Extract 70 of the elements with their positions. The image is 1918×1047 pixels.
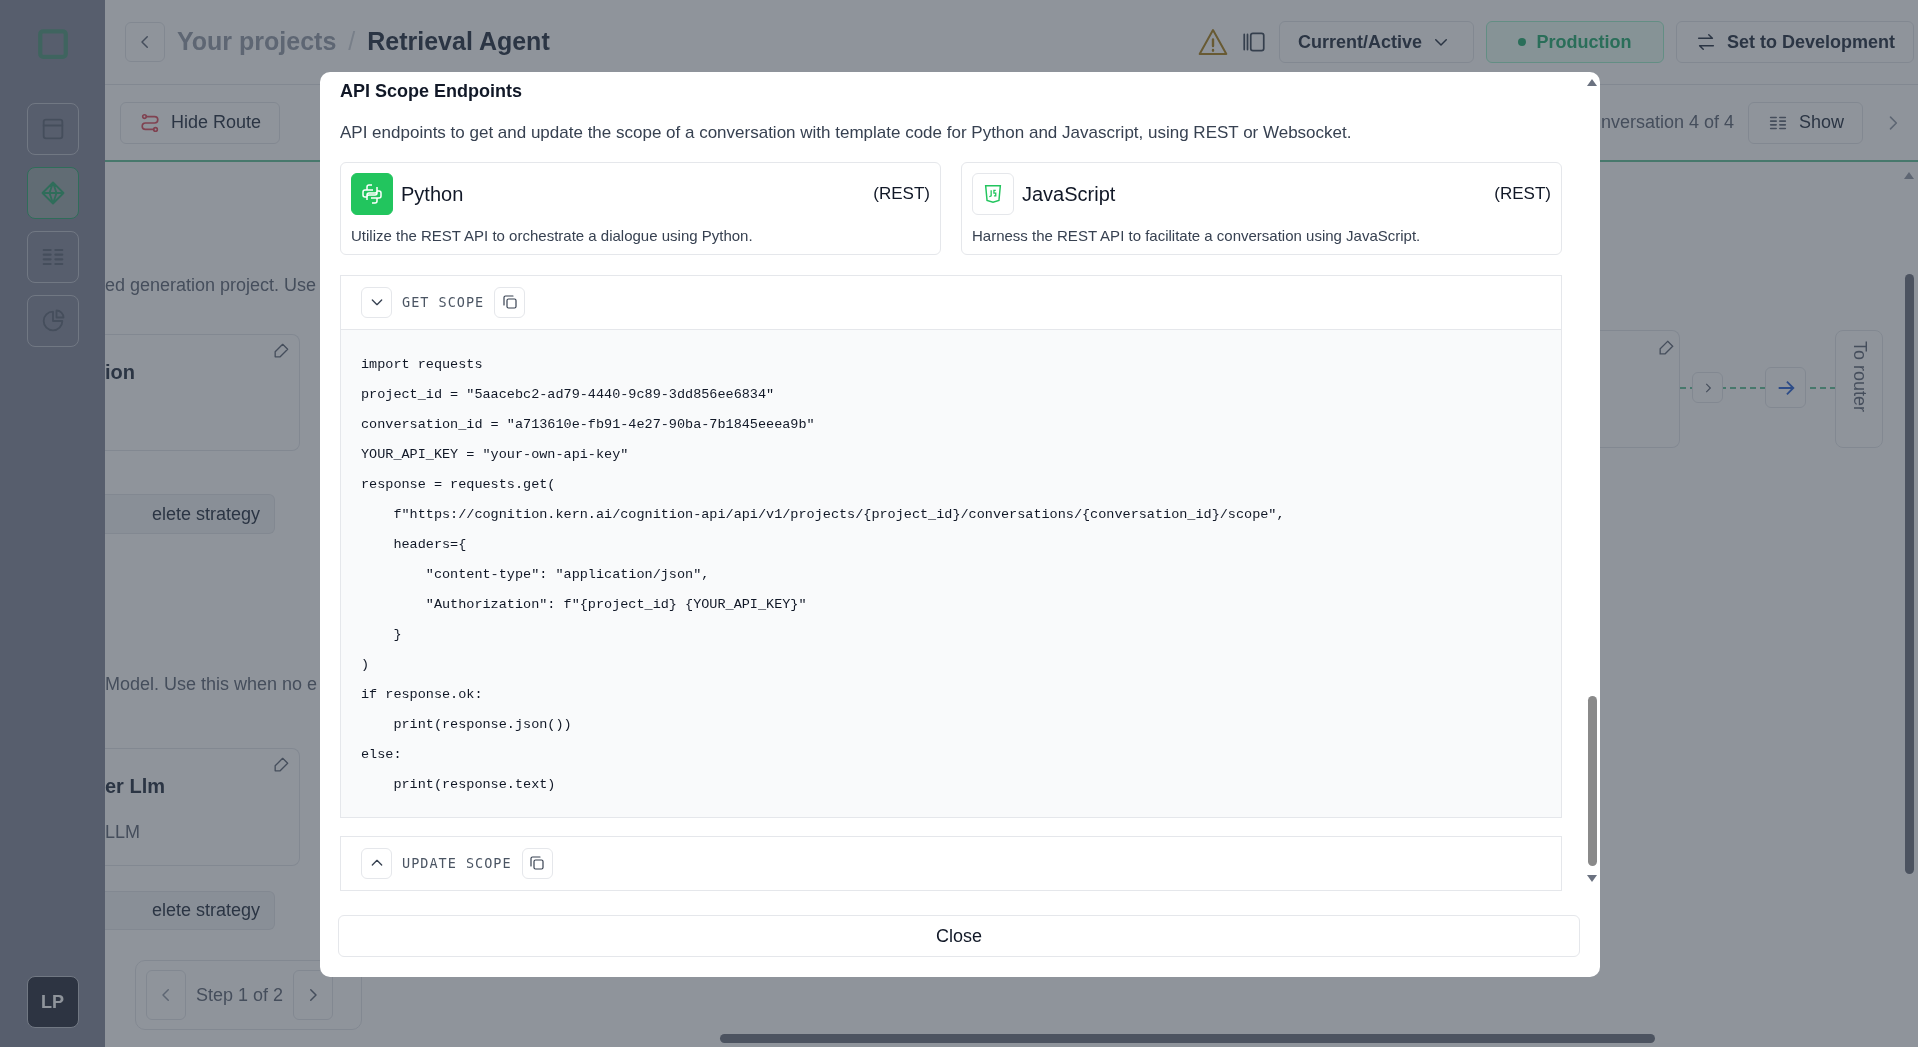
sidebar-button[interactable]	[26, 295, 79, 347]
card-subtitle: LLM	[105, 821, 141, 845]
toggle-button[interactable]	[361, 286, 392, 318]
code-line: )	[361, 655, 371, 674]
copy-icon	[528, 854, 547, 872]
protocol-label: (REST)	[873, 182, 930, 205]
language-name: JavaScript	[1022, 181, 1116, 207]
language-card[interactable]: JavaScript (REST) Harness the REST API to facilitate a conversation using JavaScript.	[961, 161, 1562, 255]
language-card[interactable]: Python (REST) Utilize the REST API to orchestrate a dialogue using Python.	[340, 161, 941, 255]
code-line: import requests	[361, 355, 484, 374]
panel-icon[interactable]	[1240, 29, 1267, 55]
copy-icon	[500, 293, 519, 311]
step-counter: Step 1 of 2	[196, 983, 284, 1007]
scrollbar-thumb[interactable]	[720, 1034, 1655, 1043]
sidebar-button[interactable]	[26, 103, 79, 155]
code-line: response = requests.get(	[361, 475, 557, 494]
modal-title: API Scope Endpoints	[340, 80, 523, 103]
conversation-counter: nversation 4 of 4	[1600, 111, 1734, 134]
arrow-button[interactable]	[1765, 367, 1806, 408]
side-tab[interactable]: To router	[1835, 330, 1883, 448]
scrollbar-thumb[interactable]	[1587, 696, 1597, 866]
code-line: headers={	[392, 535, 468, 554]
status-dropdown[interactable]: Current/Active	[1278, 21, 1474, 63]
code-line: "content-type": "application/json",	[424, 565, 711, 584]
logo-icon	[35, 27, 70, 61]
sidebar-button[interactable]	[26, 231, 79, 283]
section-label: UPDATE SCOPE	[402, 853, 512, 873]
copy-button[interactable]	[521, 847, 553, 879]
close-button[interactable]: Close	[338, 915, 1580, 957]
description-text: ed generation project. Use	[105, 274, 318, 297]
scroll-up-icon[interactable]	[1902, 170, 1916, 180]
section-label: GET SCOPE	[402, 292, 485, 312]
hide-route-button[interactable]: Hide Route	[120, 101, 281, 144]
scrollbar-thumb[interactable]	[1904, 274, 1914, 874]
card-title: ion	[105, 360, 136, 385]
code-line: "Authorization": f"{project_id} {YOUR_API_KEY}"	[424, 595, 808, 614]
code-line: if response.ok:	[361, 685, 484, 704]
delete-strategy-button[interactable]: elete strategy	[105, 890, 275, 931]
code-icon	[351, 172, 393, 215]
code-line: print(response.json())	[392, 715, 573, 734]
protocol-label: (REST)	[1494, 182, 1551, 205]
delete-strategy-button[interactable]: elete strategy	[105, 494, 275, 535]
route-icon	[139, 111, 161, 134]
copy-button[interactable]	[494, 286, 526, 318]
language-description: Harness the REST API to facilitate a conversation using JavaScript.	[972, 225, 1422, 246]
language-description: Utilize the REST API to orchestrate a dialogue using Python.	[351, 225, 754, 246]
language-name: Python	[401, 181, 464, 207]
code-line: conversation_id = "a713610e-fb91-4e27-90ba-7b1845eeea9b"	[361, 415, 816, 434]
scroll-up-icon[interactable]	[1586, 78, 1598, 87]
shield-icon	[972, 172, 1014, 215]
status-dot	[1518, 38, 1527, 46]
code-line: project_id = "5aacebc2-ad79-4440-9c89-3dd856ee6834"	[361, 385, 776, 404]
avatar: LP	[26, 976, 79, 1028]
card-title: er Llm	[105, 774, 167, 800]
code-line: print(response.text)	[392, 775, 557, 794]
scroll-down-icon[interactable]	[1586, 874, 1598, 883]
back-button[interactable]	[125, 22, 165, 62]
breadcrumb-separator: /	[348, 26, 356, 58]
code-line: else:	[361, 745, 403, 764]
description-text: Model. Use this when no e	[105, 673, 319, 697]
code-line: YOUR_API_KEY = "your-own-api-key"	[361, 445, 630, 464]
code-line: f"https://cognition.kern.ai/cognition-api/api/v1/projects/{project_id}/conversations/{conversation_id}/scope",	[392, 505, 1286, 524]
page-title: Retrieval Agent	[367, 26, 550, 58]
modal-description: API endpoints to get and update the scope of a conversation with template code for Python and Javascript, using REST or Websocket.	[340, 122, 1353, 144]
set-development-button[interactable]: Set to Development	[1675, 21, 1914, 63]
toggle-button[interactable]	[361, 847, 392, 879]
warning-icon	[1196, 26, 1229, 58]
next-step-button[interactable]	[293, 970, 334, 1021]
code-line: }	[392, 625, 403, 644]
show-button[interactable]: Show	[1747, 101, 1863, 144]
